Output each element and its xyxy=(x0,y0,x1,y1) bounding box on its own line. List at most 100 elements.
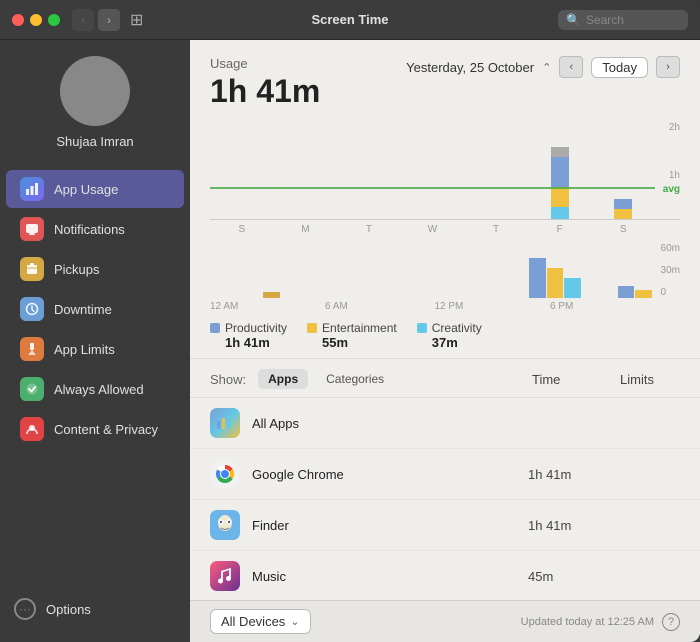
table-row[interactable]: Finder 1h 41m xyxy=(190,500,700,551)
all-devices-select[interactable]: All Devices ⌄ xyxy=(210,609,311,634)
avatar xyxy=(60,56,130,126)
categories-button[interactable]: Categories xyxy=(316,369,394,389)
app-limits-icon xyxy=(20,337,44,361)
sidebar-item-label: Downtime xyxy=(54,302,112,317)
sidebar-item-label: Always Allowed xyxy=(54,382,144,397)
app-name-all-apps: All Apps xyxy=(252,416,516,431)
show-bar: Show: Apps Categories Time Limits xyxy=(190,359,700,398)
legend-creativity: Creativity 37m xyxy=(417,321,482,350)
usage-left: Usage 1h 41m xyxy=(210,56,320,110)
profile-name: Shujaa Imran xyxy=(56,134,133,149)
table-row[interactable]: Google Chrome 1h 41m xyxy=(190,449,700,500)
legend-entertainment: Entertainment 55m xyxy=(307,321,397,350)
weekly-chart: 2h 1h xyxy=(210,120,680,220)
sidebar: Shujaa Imran App Usage xyxy=(0,40,190,642)
app-name-chrome: Google Chrome xyxy=(252,467,516,482)
main-layout: Shujaa Imran App Usage xyxy=(0,40,700,642)
y-label-1h: 1h xyxy=(669,170,680,181)
content-area: Usage 1h 41m Yesterday, 25 October ⌃ ‹ T… xyxy=(190,40,700,642)
day-label-w: W xyxy=(401,224,465,235)
sidebar-item-app-usage[interactable]: App Usage xyxy=(6,170,184,208)
table-row[interactable]: All Apps xyxy=(190,398,700,449)
hour-label-6pm: 6 PM xyxy=(550,301,573,312)
profile: Shujaa Imran xyxy=(0,56,190,149)
legend-name-entertainment: Entertainment xyxy=(322,321,397,335)
sidebar-item-app-limits[interactable]: App Limits xyxy=(6,330,184,368)
date-label: Yesterday, 25 October xyxy=(406,60,534,75)
day-col-f xyxy=(528,147,592,219)
y-daily-60m: 60m xyxy=(661,243,680,254)
hour-label-12am: 12 AM xyxy=(210,301,238,312)
col-limits-header: Limits xyxy=(620,372,680,387)
today-button[interactable]: Today xyxy=(591,57,648,78)
search-input[interactable] xyxy=(586,13,680,27)
maximize-button[interactable] xyxy=(48,14,60,26)
search-icon: 🔍 xyxy=(566,13,581,27)
legend-value-productivity: 1h 41m xyxy=(225,335,287,350)
options-item[interactable]: ··· Options xyxy=(14,592,176,626)
legend-top-creativity: Creativity xyxy=(417,321,482,335)
day-label-s2: S xyxy=(591,224,655,235)
usage-time: 1h 41m xyxy=(210,73,320,110)
legend-top-entertainment: Entertainment xyxy=(307,321,397,335)
daily-chart: 60m 30m 0 12 AM 6 AM 12 PM 6 PM xyxy=(210,243,680,313)
downtime-icon xyxy=(20,297,44,321)
day-label-m: M xyxy=(274,224,338,235)
show-label: Show: xyxy=(210,372,246,387)
chart-area: 2h 1h xyxy=(190,120,700,313)
day-labels: S M T W T F S xyxy=(210,224,680,235)
day-label-t1: T xyxy=(337,224,401,235)
day-col-s2 xyxy=(591,199,655,219)
bottom-bar: All Devices ⌄ Updated today at 12:25 AM … xyxy=(190,600,700,642)
app-icon-chrome xyxy=(210,459,240,489)
day-label-t2: T xyxy=(464,224,528,235)
content-privacy-icon xyxy=(20,417,44,441)
usage-right: Yesterday, 25 October ⌃ ‹ Today › xyxy=(406,56,680,78)
select-arrow-icon: ⌄ xyxy=(290,615,299,628)
all-devices-label: All Devices xyxy=(221,614,285,629)
help-button[interactable]: ? xyxy=(662,613,680,631)
usage-label: Usage xyxy=(210,56,320,71)
sidebar-item-notifications[interactable]: Notifications xyxy=(6,210,184,248)
app-time-finder: 1h 41m xyxy=(528,518,608,533)
legend-dot-creativity xyxy=(417,323,427,333)
sidebar-item-downtime[interactable]: Downtime xyxy=(6,290,184,328)
y-daily-30m: 30m xyxy=(661,265,680,276)
legend-name-creativity: Creativity xyxy=(432,321,482,335)
search-box[interactable]: 🔍 xyxy=(558,10,688,30)
weekly-bars xyxy=(210,120,680,219)
sidebar-item-pickups[interactable]: Pickups xyxy=(6,250,184,288)
legend: Productivity 1h 41m Entertainment 55m Cr… xyxy=(190,313,700,359)
prev-day-button[interactable]: ‹ xyxy=(559,56,583,78)
legend-dot-productivity xyxy=(210,323,220,333)
legend-top-productivity: Productivity xyxy=(210,321,287,335)
updated-text: Updated today at 12:25 AM xyxy=(521,616,654,628)
close-button[interactable] xyxy=(12,14,24,26)
apps-button[interactable]: Apps xyxy=(258,369,308,389)
grid-icon[interactable]: ⊞ xyxy=(130,10,143,30)
app-time-chrome: 1h 41m xyxy=(528,467,608,482)
sidebar-item-label: App Usage xyxy=(54,182,118,197)
pickups-icon xyxy=(20,257,44,281)
col-time-header: Time xyxy=(532,372,612,387)
y-axis-weekly: 2h 1h xyxy=(669,120,680,219)
bar-f xyxy=(551,147,569,219)
minimize-button[interactable] xyxy=(30,14,42,26)
app-icon-finder xyxy=(210,510,240,540)
forward-button[interactable]: › xyxy=(98,9,120,31)
usage-header: Usage 1h 41m Yesterday, 25 October ⌃ ‹ T… xyxy=(190,40,700,120)
table-row[interactable]: Music 45m xyxy=(190,551,700,600)
options-icon: ··· xyxy=(14,598,36,620)
sidebar-options: ··· Options xyxy=(0,582,190,642)
next-day-button[interactable]: › xyxy=(656,56,680,78)
y-label-2h: 2h xyxy=(669,122,680,133)
sidebar-item-content-privacy[interactable]: Content & Privacy xyxy=(6,410,184,448)
sidebar-item-label: Pickups xyxy=(54,262,100,277)
avg-line xyxy=(210,187,655,189)
back-button[interactable]: ‹ xyxy=(72,9,94,31)
sidebar-item-always-allowed[interactable]: Always Allowed xyxy=(6,370,184,408)
window-title: Screen Time xyxy=(311,12,388,27)
avg-label: avg xyxy=(663,184,680,195)
date-chevron-icon: ⌃ xyxy=(542,61,551,74)
app-name-finder: Finder xyxy=(252,518,516,533)
